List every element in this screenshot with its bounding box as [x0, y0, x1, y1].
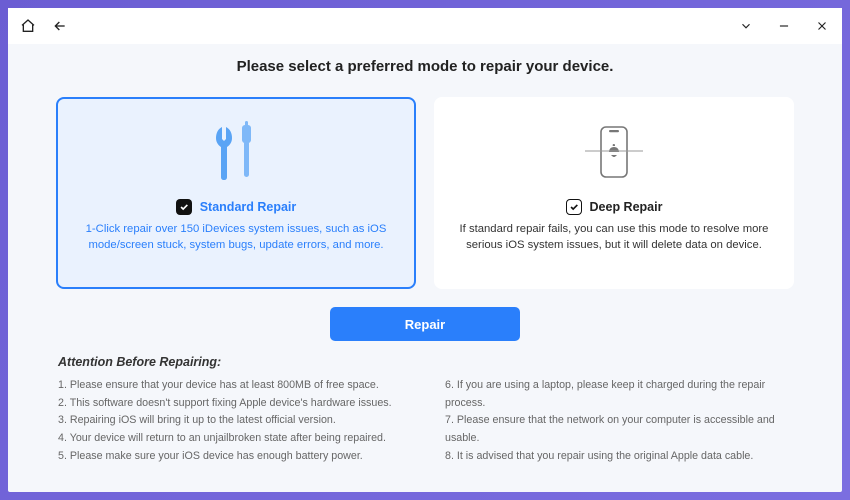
page-title: Please select a preferred mode to repair…: [54, 58, 796, 75]
chevron-down-icon[interactable]: [738, 18, 754, 34]
note-item: 3. Repairing iOS will bring it up to the…: [58, 412, 405, 430]
attention-heading: Attention Before Repairing:: [58, 355, 792, 369]
deep-repair-card[interactable]: Deep Repair If standard repair fails, yo…: [434, 97, 794, 289]
note-item: 6. If you are using a laptop, please kee…: [445, 377, 792, 412]
back-icon[interactable]: [52, 18, 68, 34]
mode-cards: Standard Repair 1-Click repair over 150 …: [54, 97, 796, 289]
content-area: Please select a preferred mode to repair…: [8, 44, 842, 492]
notes-right: 6. If you are using a laptop, please kee…: [445, 377, 792, 465]
phone-icon: [579, 117, 649, 189]
attention-section: Attention Before Repairing: 1. Please en…: [54, 355, 796, 465]
note-item: 8. It is advised that you repair using t…: [445, 448, 792, 466]
close-icon[interactable]: [814, 18, 830, 34]
app-window: Please select a preferred mode to repair…: [8, 8, 842, 492]
minimize-icon[interactable]: [776, 18, 792, 34]
deep-repair-desc: If standard repair fails, you can use th…: [459, 221, 769, 254]
note-item: 5. Please make sure your iOS device has …: [58, 448, 405, 466]
note-item: 1. Please ensure that your device has at…: [58, 377, 405, 395]
deep-repair-title: Deep Repair: [590, 200, 663, 214]
note-item: 2. This software doesn't support fixing …: [58, 395, 405, 413]
checkbox-checked-icon: [176, 199, 192, 215]
repair-button[interactable]: Repair: [330, 307, 520, 341]
standard-repair-desc: 1-Click repair over 150 iDevices system …: [81, 221, 391, 254]
standard-repair-card[interactable]: Standard Repair 1-Click repair over 150 …: [56, 97, 416, 289]
standard-repair-title: Standard Repair: [200, 200, 297, 214]
checkbox-outline-icon: [566, 199, 582, 215]
tools-icon: [208, 117, 264, 189]
note-item: 4. Your device will return to an unjailb…: [58, 430, 405, 448]
note-item: 7. Please ensure that the network on you…: [445, 412, 792, 447]
home-icon[interactable]: [20, 18, 36, 34]
titlebar: [8, 8, 842, 44]
notes-left: 1. Please ensure that your device has at…: [58, 377, 405, 465]
